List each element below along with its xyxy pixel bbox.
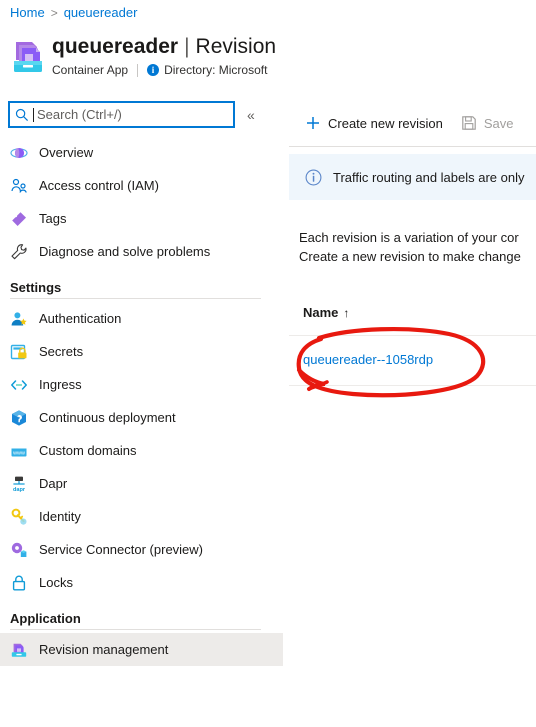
search-placeholder: Search (Ctrl+/) — [37, 107, 122, 122]
svg-text:dapr: dapr — [13, 486, 26, 492]
title-separator: | — [184, 35, 190, 58]
ingress-icon — [10, 376, 28, 394]
table-column-header-name[interactable]: Name ↑ — [303, 305, 349, 320]
sidebar-item-ingress[interactable]: Ingress — [0, 368, 283, 401]
sidebar-item-secrets[interactable]: Secrets — [0, 335, 283, 368]
lock-icon — [10, 574, 28, 592]
save-button[interactable]: Save — [461, 115, 514, 131]
command-bar: Create new revision Save — [283, 108, 532, 138]
dapr-icon: dapr — [10, 475, 28, 493]
sidebar-search: Search (Ctrl+/) « — [8, 101, 255, 128]
toolbar-divider — [289, 146, 536, 147]
breadcrumb-separator-icon: > — [50, 5, 58, 20]
text-caret — [33, 107, 34, 122]
identity-key-icon — [10, 508, 28, 526]
sidebar-item-overview[interactable]: Overview — [0, 136, 283, 169]
main-content: Create new revision Save Traffic routing… — [283, 0, 536, 727]
sidebar-item-label: Tags — [39, 211, 67, 226]
sidebar-item-label: Service Connector (preview) — [39, 542, 204, 557]
sidebar-item-label: Identity — [39, 509, 81, 524]
sidebar-item-custom-domains[interactable]: www Custom domains — [0, 434, 283, 467]
sidebar-item-continuous-deployment[interactable]: Continuous deployment — [0, 401, 283, 434]
table-row-revision-link[interactable]: queuereader--1058rdp — [303, 352, 433, 367]
sidebar-item-label: Authentication — [39, 311, 122, 326]
overview-icon — [10, 144, 28, 162]
resource-name: queuereader — [52, 35, 179, 58]
sidebar-item-label: Revision management — [39, 642, 169, 657]
sidebar-item-identity[interactable]: Identity — [0, 500, 283, 533]
directory-label: Directory: Microsoft — [164, 63, 268, 77]
description-line-1: Each revision is a variation of your cor — [299, 230, 519, 245]
sidebar-item-label: Custom domains — [39, 443, 137, 458]
continuous-deployment-icon — [10, 409, 28, 427]
plus-icon — [305, 115, 321, 131]
subtitle-divider — [137, 63, 139, 77]
collapse-sidebar-icon[interactable]: « — [247, 107, 255, 123]
sidebar-group-settings: Settings — [10, 280, 62, 295]
sidebar-item-label: Diagnose and solve problems — [39, 244, 211, 259]
sidebar-item-access-control[interactable]: Access control (IAM) — [0, 169, 283, 202]
authentication-icon — [10, 310, 28, 328]
sort-ascending-icon: ↑ — [343, 305, 350, 320]
description-text: Each revision is a variation of your cor… — [299, 228, 521, 266]
svg-text:www: www — [12, 450, 25, 456]
sidebar-item-label: Ingress — [39, 377, 82, 392]
table-row-divider — [289, 385, 536, 386]
sidebar-item-label: Continuous deployment — [39, 410, 176, 425]
info-circle-icon — [305, 169, 322, 186]
sidebar-item-dapr[interactable]: dapr Dapr — [0, 467, 283, 500]
sidebar-item-revision-management[interactable]: Revision management — [0, 633, 283, 666]
sidebar-item-label: Locks — [39, 575, 73, 590]
sidebar-group-divider — [10, 298, 261, 299]
breadcrumb: Home > queuereader — [10, 5, 137, 20]
save-disk-icon — [461, 115, 477, 131]
sidebar-item-service-connector[interactable]: Service Connector (preview) — [0, 533, 283, 566]
breadcrumb-item-home[interactable]: Home — [10, 5, 45, 20]
sidebar-group-divider — [10, 629, 261, 630]
sidebar-item-locks[interactable]: Locks — [0, 566, 283, 599]
azure-portal-page: Home > queuereader queuereader | Revisio… — [0, 0, 536, 727]
sidebar-item-label: Dapr — [39, 476, 68, 491]
sidebar-item-label: Access control (IAM) — [39, 178, 159, 193]
sidebar-group-application: Application — [10, 611, 81, 626]
tags-icon — [10, 210, 28, 228]
sidebar-item-tags[interactable]: Tags — [0, 202, 283, 235]
access-control-icon — [10, 177, 28, 195]
info-banner-text: Traffic routing and labels are only — [333, 169, 525, 185]
column-header-label: Name — [303, 305, 339, 320]
revision-management-icon — [10, 641, 28, 659]
wrench-icon — [10, 243, 28, 261]
save-label: Save — [483, 115, 514, 131]
info-banner: Traffic routing and labels are only — [289, 154, 536, 200]
secrets-icon — [10, 343, 28, 361]
create-new-revision-label: Create new revision — [328, 115, 443, 131]
create-new-revision-button[interactable]: Create new revision — [305, 115, 443, 131]
description-line-2: Create a new revision to make change — [299, 249, 521, 264]
sidebar-item-authentication[interactable]: Authentication — [0, 302, 283, 335]
resource-type-label: Container App — [52, 63, 129, 77]
custom-domains-icon: www — [10, 442, 28, 460]
sidebar-item-label: Overview — [39, 145, 94, 160]
sidebar-nav: Overview Access control (IAM) Tags Diagn… — [0, 136, 283, 727]
search-input[interactable]: Search (Ctrl+/) — [8, 101, 235, 128]
breadcrumb-item-queuereader[interactable]: queuereader — [64, 5, 138, 20]
service-connector-icon — [10, 541, 28, 559]
table-header-divider — [289, 335, 536, 336]
sidebar-item-diagnose[interactable]: Diagnose and solve problems — [0, 235, 283, 268]
info-icon: i — [147, 64, 160, 76]
container-app-icon — [10, 36, 46, 76]
sidebar-item-label: Secrets — [39, 344, 84, 359]
search-icon — [15, 108, 29, 122]
